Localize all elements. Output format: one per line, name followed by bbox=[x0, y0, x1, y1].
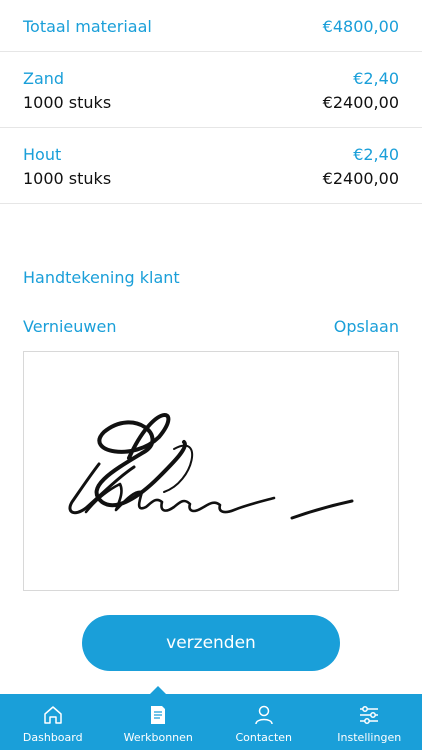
signature-drawing bbox=[68, 413, 354, 520]
tab-instellingen[interactable]: Instellingen bbox=[317, 694, 422, 750]
tab-label: Werkbonnen bbox=[123, 731, 193, 744]
material-item-row[interactable]: Zand €2,40 1000 stuks €2400,00 bbox=[0, 52, 422, 128]
signature-pad[interactable] bbox=[23, 351, 399, 591]
material-quantity: 1000 stuks bbox=[23, 169, 112, 188]
home-icon bbox=[44, 706, 62, 724]
material-unit-price: €2,40 bbox=[353, 69, 399, 88]
sliders-icon bbox=[360, 706, 379, 724]
renew-signature-button[interactable]: Vernieuwen bbox=[23, 317, 116, 336]
tab-contacten[interactable]: Contacten bbox=[211, 694, 317, 750]
tab-bar: Dashboard Werkbonnen Contacten Instellin… bbox=[0, 686, 422, 750]
material-name: Zand bbox=[23, 69, 65, 88]
material-quantity: 1000 stuks bbox=[23, 93, 112, 112]
material-name: Hout bbox=[23, 145, 62, 164]
signature-label: Handtekening klant bbox=[23, 268, 180, 287]
tab-label: Contacten bbox=[235, 731, 293, 744]
material-unit-price: €2,40 bbox=[353, 145, 399, 164]
tab-label: Dashboard bbox=[22, 731, 83, 744]
send-button[interactable]: verzenden bbox=[82, 615, 340, 671]
material-total: €2400,00 bbox=[322, 93, 399, 112]
tab-label: Instellingen bbox=[337, 731, 402, 744]
active-tab-indicator bbox=[150, 686, 166, 694]
save-signature-button[interactable]: Opslaan bbox=[334, 317, 399, 336]
tab-dashboard[interactable]: Dashboard bbox=[0, 694, 106, 750]
document-icon bbox=[151, 706, 166, 724]
total-material-row: Totaal materiaal €4800,00 bbox=[0, 0, 422, 52]
tab-werkbonnen[interactable]: Werkbonnen bbox=[106, 694, 212, 750]
material-item-row[interactable]: Hout €2,40 1000 stuks €2400,00 bbox=[0, 128, 422, 204]
total-material-label: Totaal materiaal bbox=[23, 17, 152, 36]
person-icon bbox=[255, 705, 273, 725]
material-total: €2400,00 bbox=[322, 169, 399, 188]
total-material-value: €4800,00 bbox=[322, 17, 399, 36]
